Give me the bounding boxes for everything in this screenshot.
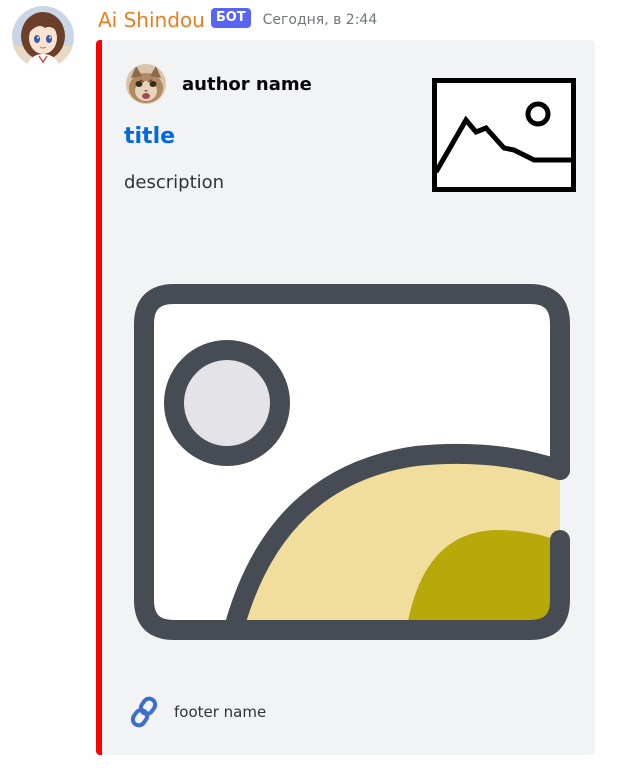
embed-author-name[interactable]: author name bbox=[182, 74, 312, 95]
message-timestamp: Сегодня, в 2:44 bbox=[262, 12, 378, 28]
user-avatar[interactable] bbox=[12, 6, 74, 68]
username[interactable]: Ai Shindou bbox=[98, 8, 205, 32]
bot-tag: БОТ bbox=[210, 8, 251, 28]
embed-title[interactable]: title bbox=[124, 124, 175, 149]
embed-description: description bbox=[124, 172, 225, 193]
embed-image[interactable] bbox=[126, 276, 578, 648]
image-placeholder-illustration bbox=[134, 284, 570, 640]
embed-footer-text: footer name bbox=[174, 703, 267, 721]
embed-card: author name title description footer nam… bbox=[96, 40, 595, 755]
message-header: Ai Shindou БОТ Сегодня, в 2:44 bbox=[98, 5, 377, 35]
image-placeholder-icon bbox=[432, 78, 576, 192]
embed-author: author name bbox=[126, 64, 312, 104]
cat-face-icon bbox=[126, 64, 166, 104]
embed-thumbnail[interactable] bbox=[432, 78, 576, 194]
embed-footer: footer name bbox=[126, 694, 266, 730]
link-icon bbox=[126, 694, 162, 730]
anime-girl-avatar-icon bbox=[12, 6, 74, 68]
chat-message: Ai Shindou БОТ Сегодня, в 2:44 author na… bbox=[0, 0, 619, 773]
